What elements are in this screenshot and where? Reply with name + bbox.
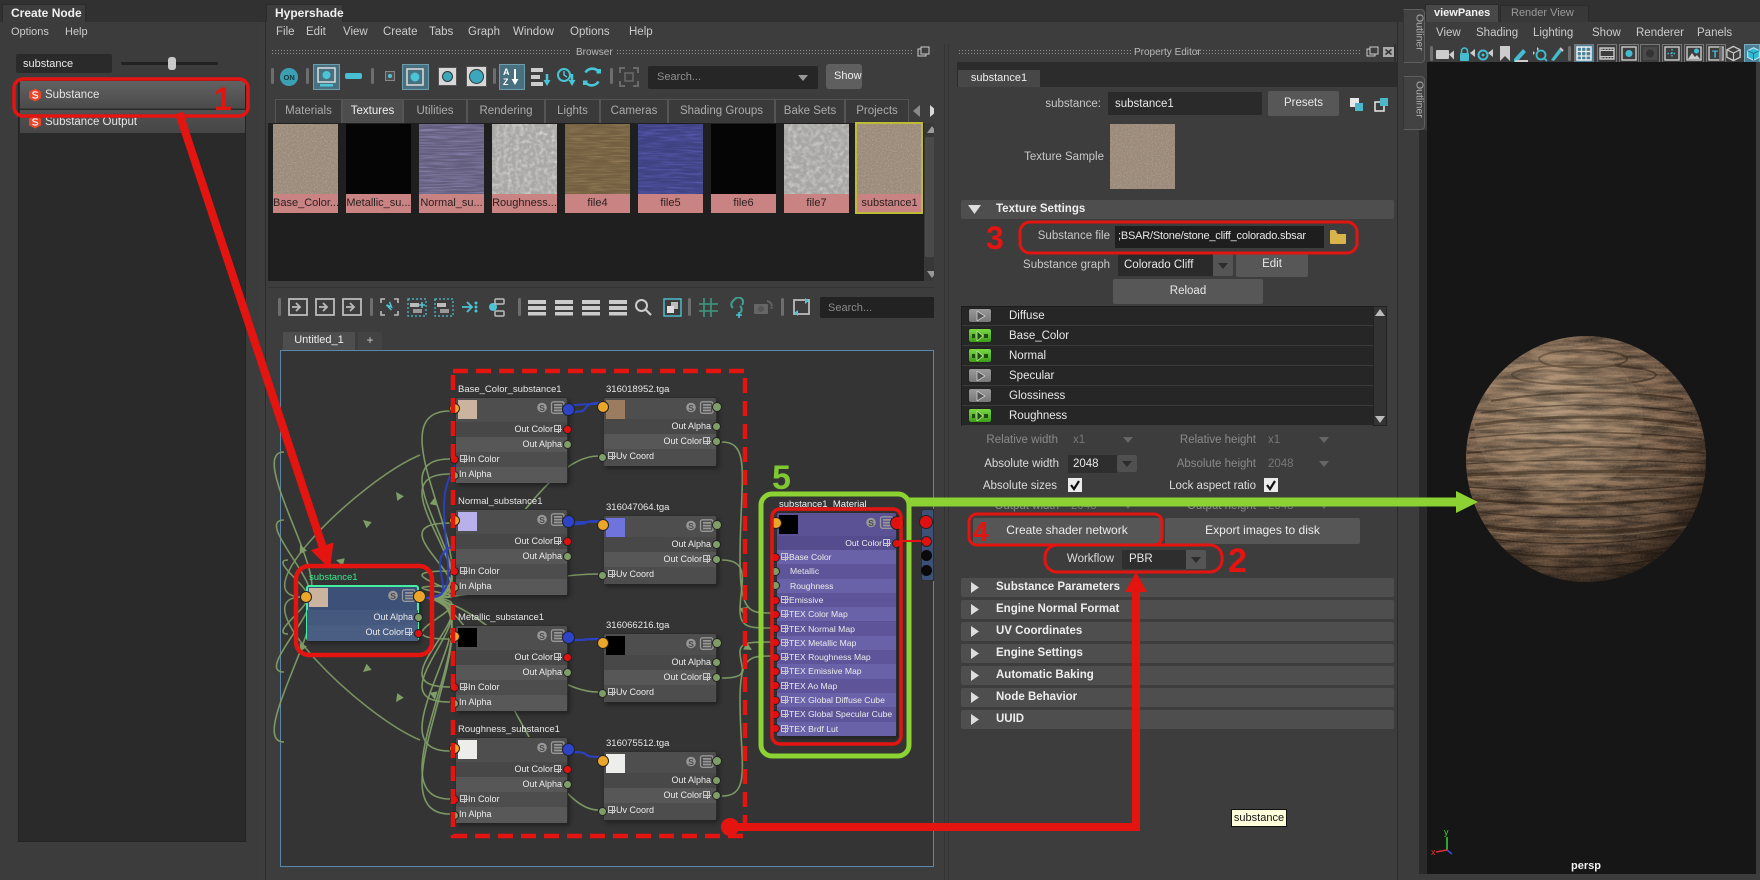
svg-text:4: 4 (973, 516, 989, 547)
svg-text:5: 5 (772, 459, 791, 497)
svg-text:2: 2 (1228, 542, 1247, 580)
svg-text:3: 3 (986, 220, 1004, 256)
svg-text:1: 1 (214, 81, 232, 117)
